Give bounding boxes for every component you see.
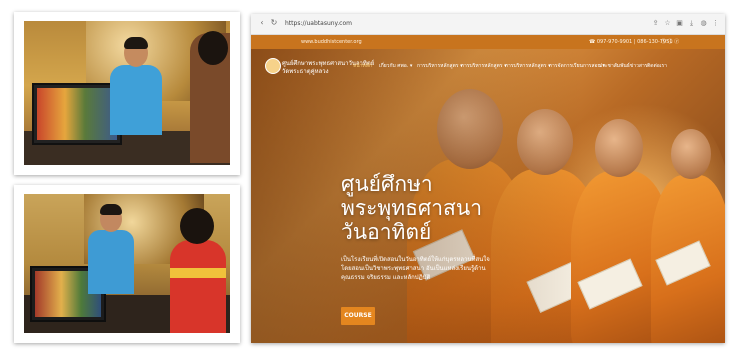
course-button[interactable]: COURSE (341, 307, 375, 325)
download-icon[interactable]: ⤓ (687, 19, 696, 28)
brand-subtitle: วัดพระธาตุคู่หลวง (282, 68, 329, 75)
photo-frame-top (14, 12, 240, 175)
nav-contact[interactable]: ติดต่อเรา (647, 62, 667, 70)
nav-home[interactable]: หน้าหลัก (353, 62, 372, 70)
nav-news[interactable]: ประชาสัมพันธ์ข่าวสาร (599, 62, 647, 70)
extension-icon[interactable]: ▣ (675, 19, 684, 28)
back-icon[interactable]: ‹ (257, 18, 267, 28)
menu-icon[interactable]: ⋮ (711, 19, 720, 28)
hero-title-line-1: ศูนย์ศึกษา (341, 172, 433, 196)
viewer-figure (190, 31, 230, 163)
nav-teaching[interactable]: การจัดการเรียนการสอน ▾ (549, 62, 605, 70)
address-bar[interactable]: https://uabtasuny.com (285, 19, 369, 29)
nav-curriculum-3[interactable]: การบริหารหลักสูตร ▾ (505, 62, 551, 70)
nav-curriculum-1[interactable]: การบริหารหลักสูตร ▾ (417, 62, 463, 70)
share-icon[interactable]: ⇪ (651, 19, 660, 28)
nav-curriculum-2[interactable]: การบริหารหลักสูตร ▾ (461, 62, 507, 70)
site-navbar: ศูนย์ศึกษาพระพุทธศาสนาวันอาทิตย์ วัดพระธ… (251, 49, 725, 81)
hero-overlay (251, 49, 725, 343)
topbar-left-text: www.buddhistcenter.org (301, 39, 362, 45)
hero-section: ศูนย์ศึกษาพระพุทธศาสนาวันอาทิตย์ วัดพระธ… (251, 49, 725, 343)
profile-icon[interactable]: ◍ (699, 19, 708, 28)
live-stream-photo-2 (24, 194, 230, 333)
star-icon[interactable]: ☆ (663, 19, 672, 28)
hero-description: เป็นโรงเรียนที่เปิดสอนในวันอาทิตย์ให้แก่… (341, 256, 490, 281)
site-logo[interactable] (265, 58, 281, 74)
social-icons[interactable]: ⓕ ⓘ ⓨ (661, 37, 679, 47)
browser-toolbar: ‹ ↻ https://uabtasuny.com ⇪ ☆ ▣ ⤓ ◍ ⋮ (251, 14, 725, 35)
presenter (108, 37, 164, 159)
photo-frame-bottom (14, 185, 240, 343)
presenter (86, 204, 136, 316)
reload-icon[interactable]: ↻ (269, 18, 279, 28)
hero-title-line-2: พระพุทธศาสนา (341, 196, 482, 220)
hero-title-line-3: วันอาทิตย์ (341, 220, 432, 244)
site-topbar: www.buddhistcenter.org ☎ 097-970-9901 | … (251, 35, 725, 49)
website-screenshot: ‹ ↻ https://uabtasuny.com ⇪ ☆ ▣ ⤓ ◍ ⋮ ww… (251, 14, 725, 343)
topbar-contact: ☎ 097-970-9901 | 086-130-7951 (589, 39, 673, 45)
live-stream-photo-1 (24, 21, 230, 165)
nav-about[interactable]: เกี่ยวกับ ศพอ. ▾ (379, 62, 412, 70)
viewer-figure (170, 208, 226, 333)
